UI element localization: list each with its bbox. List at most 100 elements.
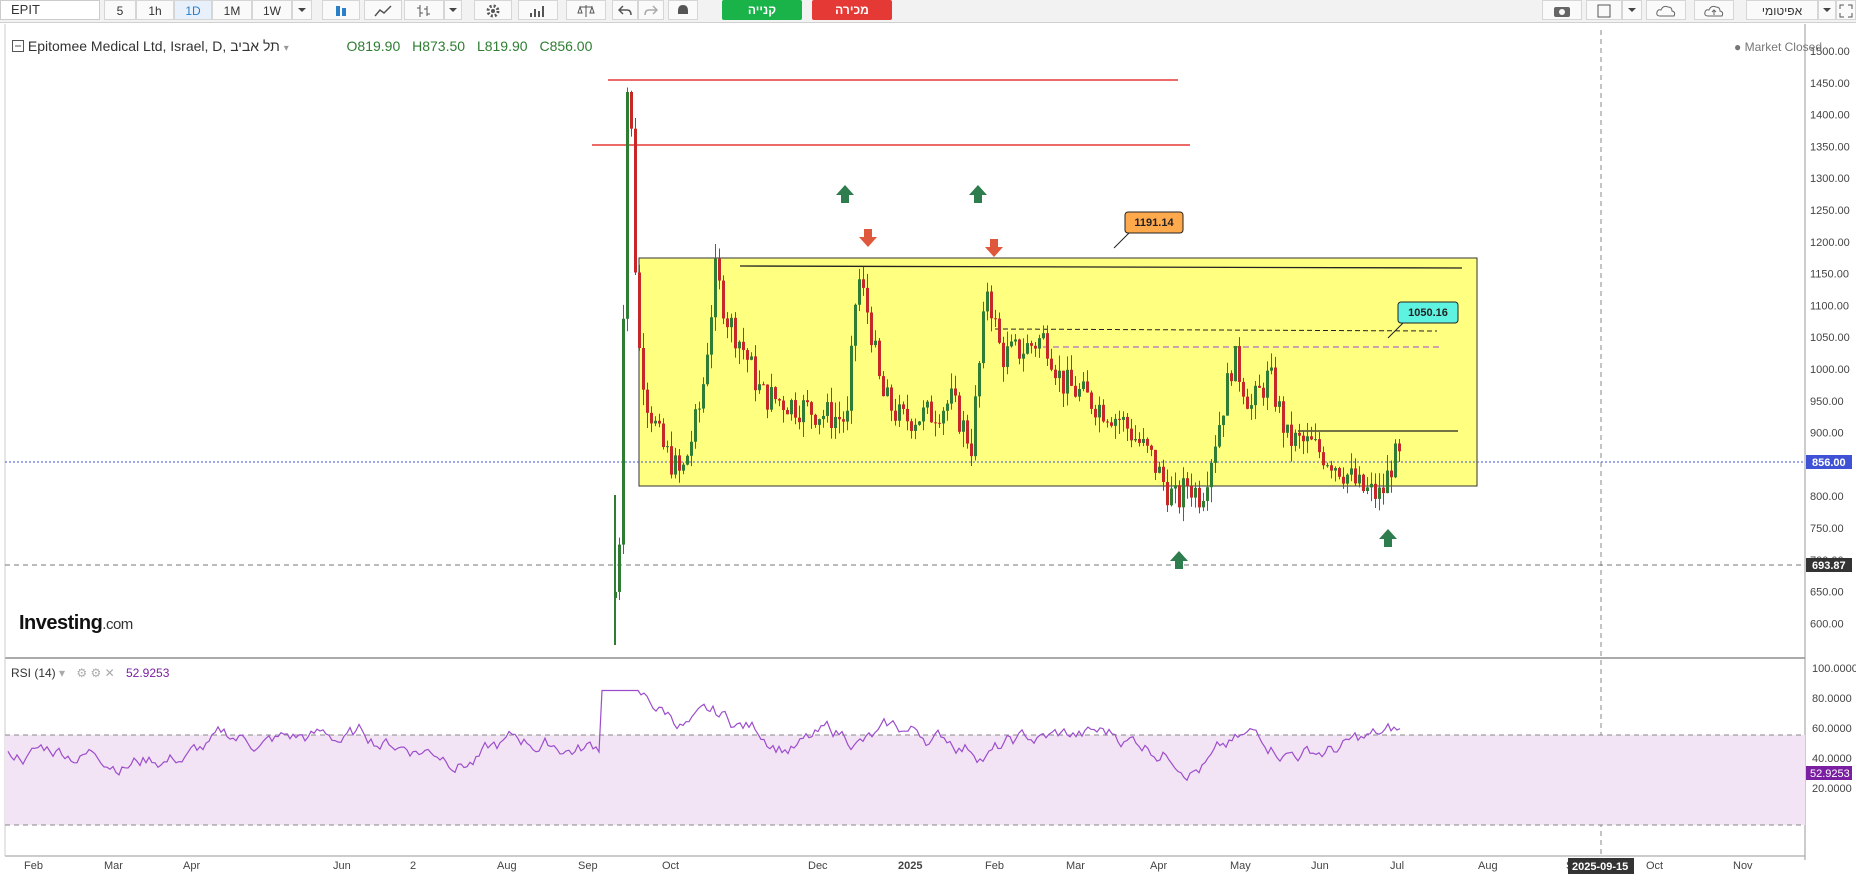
candle-body [886, 387, 889, 397]
candle-body [1282, 401, 1285, 433]
candle-body [910, 421, 913, 431]
candle-body [842, 419, 845, 422]
investing-logo: Investing.com [19, 612, 133, 634]
time-tick-label: Jun [1311, 860, 1329, 872]
candle-body [974, 396, 977, 457]
high-value: H873.50 [412, 38, 466, 54]
price-tick-label: 600.00 [1810, 618, 1844, 630]
candle-body [942, 410, 945, 424]
candle-body [970, 443, 973, 457]
candle-body [1378, 487, 1381, 499]
candle-body [1122, 416, 1125, 420]
candle-body [1374, 483, 1377, 499]
candle-body [1254, 385, 1257, 406]
candle-body [1078, 389, 1081, 397]
time-tick-label: Oct [1646, 860, 1663, 872]
candle-body [1154, 449, 1157, 473]
candle-body [1238, 346, 1241, 382]
candle-body [754, 356, 757, 391]
candle-body [730, 317, 733, 328]
candle-body [814, 414, 817, 425]
time-tick-label: Aug [497, 860, 517, 872]
close-value: C856.00 [539, 38, 593, 54]
rsi-settings-icon[interactable]: ⚙ ⚙ ✕ [76, 666, 114, 680]
arrow-up-4[interactable] [1379, 529, 1397, 547]
rsi-band [5, 735, 1805, 825]
candle-body [1350, 468, 1353, 475]
candle-body [1190, 486, 1193, 498]
chevron-down-icon[interactable]: ▾ [284, 43, 289, 54]
candle-body [1294, 432, 1297, 446]
candle-body [722, 280, 725, 319]
candle-body [1266, 370, 1269, 398]
ohlc-values: O819.90 H873.50 L819.90 C856.00 [347, 38, 601, 54]
candle-body [982, 311, 985, 364]
arrow-up-1[interactable] [836, 185, 854, 203]
arrow-up-2[interactable] [969, 185, 987, 203]
crosshair-date-text: 2025-09-15 [1572, 861, 1628, 873]
candle-body [1366, 487, 1369, 492]
candle-body [1354, 468, 1357, 484]
candle-body [1222, 415, 1225, 426]
candle-body [930, 401, 933, 423]
candle-body [742, 341, 745, 351]
candle-body [1290, 424, 1293, 446]
candle-body [1318, 439, 1321, 453]
candle-body [818, 419, 821, 425]
candle-body [630, 91, 633, 129]
candle-body [830, 402, 833, 429]
rsi-value-text: 52.9253 [1810, 768, 1850, 780]
time-tick-label: 2 [410, 860, 416, 872]
callout-mid-text: 1050.16 [1408, 307, 1448, 319]
candle-body [1086, 381, 1089, 393]
arrow-up-3[interactable] [1170, 551, 1188, 569]
candle-body [694, 409, 697, 442]
candle-body [894, 410, 897, 421]
candle-body [1210, 462, 1213, 488]
candle-body [746, 350, 749, 360]
candle-body [1098, 404, 1101, 418]
candle-body [1082, 381, 1085, 390]
candle-body [1054, 369, 1057, 379]
candle-body [662, 423, 665, 448]
candle-body [622, 318, 625, 545]
candle-body [1142, 438, 1145, 443]
candle-body [1186, 478, 1189, 487]
time-tick-label: Feb [985, 860, 1004, 872]
candle-body [1162, 466, 1165, 482]
candle-body [1278, 401, 1281, 407]
candle-body [846, 410, 849, 422]
candle-body [690, 441, 693, 456]
candle-body [1246, 396, 1249, 409]
candle-body [986, 291, 989, 312]
candle-body [1110, 422, 1113, 426]
candle-body [866, 287, 869, 313]
candle-body [874, 340, 877, 346]
time-tick-label: Jul [1390, 860, 1404, 872]
price-chart[interactable]: 1191.14 1050.16 1500.001450.001400.00135… [0, 0, 1856, 879]
candle-body [766, 384, 769, 410]
callout-pointer-top [1113, 231, 1140, 249]
candle-body [642, 347, 645, 390]
collapse-icon[interactable] [12, 40, 24, 52]
rsi-label: RSI (14) [11, 666, 56, 680]
candle-body [922, 407, 925, 422]
instrument-title: Epitomee Medical Ltd, Israel, D, תל אביב [27, 38, 280, 54]
time-tick-label: Nov [1733, 860, 1753, 872]
candle-body [1158, 466, 1161, 473]
candle-body [1006, 346, 1009, 368]
price-tick-label: 750.00 [1810, 523, 1844, 535]
arrow-down-1[interactable] [859, 229, 877, 247]
chevron-down-icon[interactable]: ▾ [59, 666, 65, 680]
time-tick-label: Sep [578, 860, 598, 872]
candle-body [750, 356, 753, 360]
arrow-down-2[interactable] [985, 239, 1003, 257]
rsi-tick-label: 80.0000 [1812, 693, 1852, 705]
price-tick-label: 1300.00 [1810, 173, 1850, 185]
candle-body [870, 312, 873, 346]
candle-body [806, 400, 809, 403]
low-value: L819.90 [476, 38, 528, 54]
candle-body [850, 345, 853, 411]
last-price-text: 856.00 [1812, 457, 1846, 469]
candle-body [926, 401, 929, 408]
